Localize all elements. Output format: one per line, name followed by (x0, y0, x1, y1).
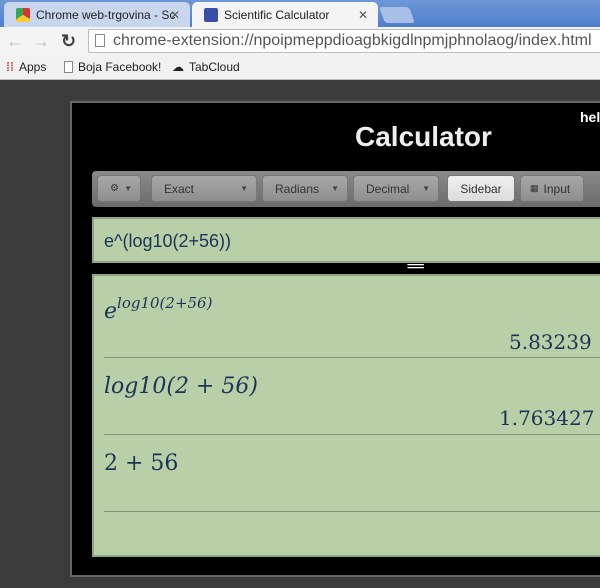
apps-grid-icon: ⁞⁞ (6, 60, 14, 74)
gear-icon: ⚙ (110, 183, 119, 194)
chevron-down-icon: ▼ (240, 184, 248, 193)
result-value: 1.763427 (499, 406, 595, 430)
bookmark-label: Apps (19, 60, 47, 74)
help-link[interactable]: hel (580, 109, 600, 125)
exp-base: e (104, 299, 118, 324)
sidebar-label: Sidebar (460, 181, 502, 196)
chrome-store-icon (16, 7, 30, 22)
resize-handle[interactable]: === (407, 261, 424, 273)
result-row[interactable]: 2 + 56 (104, 435, 600, 512)
tab-scientific-calculator[interactable]: Scientific Calculator ✕ (192, 2, 378, 27)
exp-superscript: log10(2+56) (117, 294, 213, 312)
bookmarks-bar: ⁞⁞ Apps Boja Facebook! ☁ TabCloud (0, 55, 600, 80)
settings-button[interactable]: ⚙ ▼ (97, 175, 141, 202)
bookmark-tabcloud[interactable]: ☁ TabCloud (172, 60, 240, 74)
chevron-down-icon: ▼ (422, 184, 430, 193)
angle-dropdown[interactable]: Radians ▼ (262, 175, 348, 202)
chevron-down-icon: ▼ (124, 184, 132, 193)
input-label: Input (543, 181, 571, 196)
format-dropdown[interactable]: Decimal ▼ (353, 175, 439, 202)
angle-label: Radians (275, 181, 320, 196)
tab-strip: Chrome web-trgovina - Sc ✕ Scientific Cal… (0, 0, 600, 27)
url-text: chrome-extension://npoipmeppdioagbkigdln… (113, 32, 592, 49)
back-icon[interactable]: ← (6, 31, 24, 52)
close-tab-icon[interactable]: ✕ (170, 8, 180, 22)
close-tab-icon[interactable]: ✕ (358, 8, 368, 22)
bookmark-boja-facebook[interactable]: Boja Facebook! (64, 60, 161, 74)
cloud-icon: ☁ (172, 60, 184, 74)
input-value: e^(log10(2+56)) (104, 231, 232, 251)
bookmark-label: TabCloud (189, 60, 240, 74)
chevron-down-icon: ▼ (331, 184, 339, 193)
mode-dropdown[interactable]: Exact ▼ (151, 175, 257, 202)
result-expression: elog10(2+56) (104, 294, 212, 324)
tab-chrome-web-store[interactable]: Chrome web-trgovina - Sc ✕ (4, 2, 190, 27)
result-row[interactable]: elog10(2+56) 5.83239 (104, 276, 600, 358)
calculator-toolbar: ⚙ ▼ Exact ▼ Radians ▼ Decimal ▼ Sidebar ▦ Inp… (92, 171, 600, 207)
calculator-icon (204, 7, 218, 22)
result-value: 5.83239 (509, 330, 592, 354)
bookmark-label: Boja Facebook! (78, 60, 162, 74)
input-button[interactable]: ▦ Input (520, 175, 584, 202)
result-expression: log10(2 + 56) (104, 374, 258, 399)
browser-toolbar: ← → ↻ chrome-extension://npoipmeppdioagb… (0, 27, 600, 55)
tab-title: Chrome web-trgovina - Sc (36, 7, 176, 22)
reload-icon[interactable]: ↻ (61, 31, 76, 52)
result-expression: 2 + 56 (104, 451, 179, 476)
bookmark-apps[interactable]: ⁞⁞ Apps (6, 60, 46, 74)
tab-title: Scientific Calculator (224, 7, 330, 22)
result-row[interactable]: log10(2 + 56) 1.763427 (104, 358, 600, 435)
results-list: elog10(2+56) 5.83239 log10(2 + 56) 1.763… (92, 274, 600, 557)
format-label: Decimal (366, 181, 410, 196)
expression-input[interactable]: e^(log10(2+56)) (92, 217, 600, 263)
new-tab-button[interactable] (379, 7, 415, 23)
address-bar[interactable]: chrome-extension://npoipmeppdioagbkigdln… (88, 29, 600, 53)
calculator-panel: hel Calculator ⚙ ▼ Exact ▼ Radians ▼ Decima… (70, 101, 600, 577)
keyboard-icon: ▦ (530, 183, 539, 193)
forward-icon[interactable]: → (32, 31, 50, 52)
page-icon (64, 61, 73, 73)
sidebar-button[interactable]: Sidebar (447, 175, 515, 202)
page-title: Calculator (355, 121, 492, 152)
mode-label: Exact (164, 181, 195, 196)
page-icon (95, 34, 105, 47)
